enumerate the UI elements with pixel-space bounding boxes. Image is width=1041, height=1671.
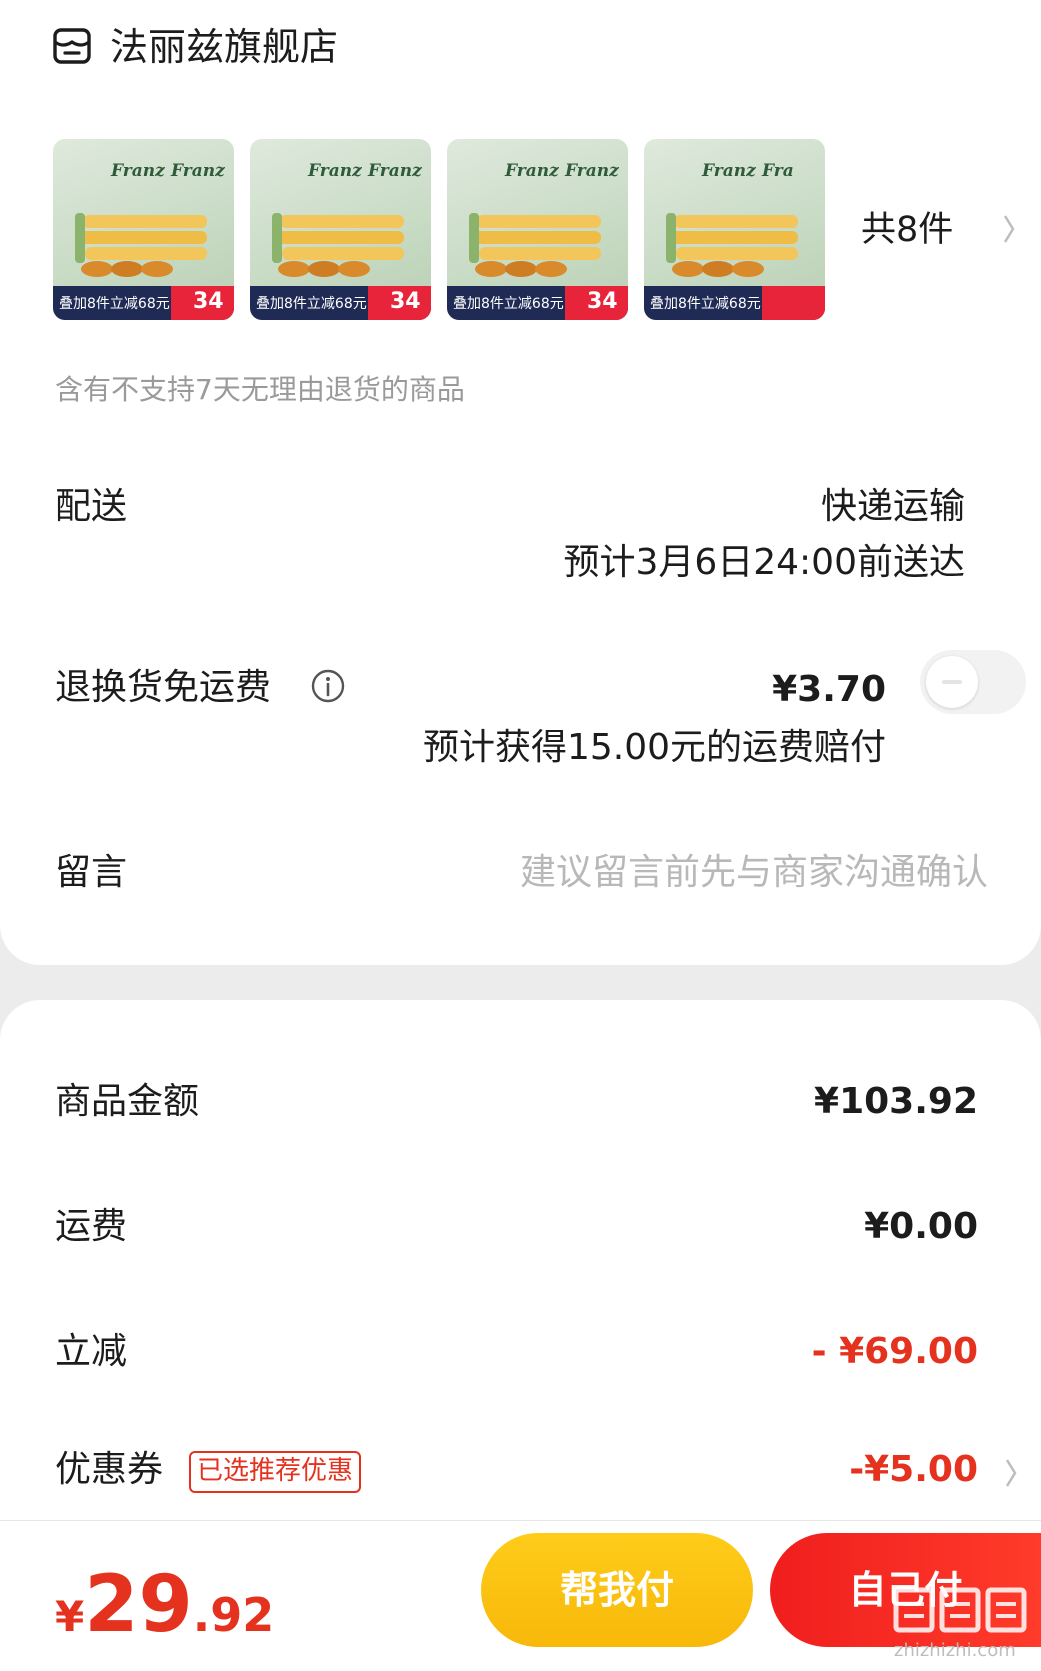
product-thumbnail[interactable]: Franz Fra 叠加8件立减68元	[644, 139, 825, 320]
thumb-brand: Franz	[111, 161, 165, 181]
promo-price: 34	[390, 289, 421, 314]
thumb-brand: Fra	[762, 161, 794, 181]
delivery-eta: 预计3月6日24:00前送达	[563, 542, 965, 583]
chevron-right-icon[interactable]	[1002, 212, 1016, 246]
info-icon[interactable]	[310, 668, 346, 704]
total-price: ¥29.92	[55, 1560, 274, 1650]
item-count[interactable]: 共8件	[861, 207, 953, 253]
thumb-brand: Franz	[368, 161, 422, 181]
return-insurance-note: 预计获得15.00元的运费赔付	[422, 727, 886, 768]
coupon-tag: 已选推荐优惠	[189, 1451, 362, 1493]
store-icon	[53, 28, 91, 64]
watermark-url: zhizhizhi.com	[894, 1640, 1016, 1661]
return-insurance-price: ¥3.70	[772, 669, 886, 710]
message-label: 留言	[55, 852, 128, 893]
thumb-brand: Franz	[171, 161, 225, 181]
shipping-label: 运费	[55, 1206, 128, 1247]
promo-text: 叠加8件立减68元	[59, 296, 170, 312]
help-pay-button[interactable]: 帮我付	[481, 1533, 753, 1647]
product-thumbnail[interactable]: Franz Franz 叠加8件立减68元 34	[250, 139, 431, 320]
return-policy-notice: 含有不支持7天无理由退货的商品	[55, 373, 465, 406]
return-insurance-label: 退换货免运费	[55, 667, 272, 708]
goods-amount-value: ¥103.92	[814, 1081, 978, 1122]
shipping-value: ¥0.00	[864, 1206, 978, 1247]
coupon-label: 优惠券	[55, 1449, 164, 1490]
toggle-knob	[926, 656, 978, 708]
product-thumbnails[interactable]: Franz Franz 叠加8件立减68元 34 Franz Franz 叠加8…	[53, 139, 825, 321]
coupon-value[interactable]: -¥5.00	[849, 1446, 978, 1494]
promo-badge: 叠加8件立减68元 34	[250, 286, 431, 320]
store-name[interactable]: 法丽兹旗舰店	[110, 22, 338, 72]
promo-badge: 叠加8件立减68元	[644, 286, 825, 320]
discount-value: - ¥69.00	[811, 1331, 978, 1372]
promo-text: 叠加8件立减68元	[650, 296, 761, 312]
return-insurance-toggle[interactable]	[920, 650, 1026, 714]
thumb-brand: Franz	[308, 161, 362, 181]
promo-text: 叠加8件立减68元	[453, 296, 564, 312]
product-thumbnail[interactable]: Franz Franz 叠加8件立减68元 34	[447, 139, 628, 320]
cookie-image	[272, 213, 404, 277]
thumb-brand: Franz	[565, 161, 619, 181]
delivery-label: 配送	[55, 486, 128, 527]
total-decimal: .92	[192, 1588, 275, 1642]
watermark-glyphs	[893, 1587, 1027, 1633]
thumb-brand: Franz	[505, 161, 559, 181]
promo-price: 34	[587, 289, 618, 314]
watermark-logo	[890, 1582, 1030, 1638]
delivery-method[interactable]: 快递运输	[821, 483, 965, 531]
goods-amount-label: 商品金额	[55, 1081, 200, 1122]
cookie-image	[75, 213, 207, 277]
currency-symbol: ¥	[55, 1592, 85, 1641]
promo-text: 叠加8件立减68元	[256, 296, 367, 312]
message-input[interactable]: 建议留言前先与商家沟通确认	[520, 849, 988, 897]
discount-label: 立减	[55, 1331, 128, 1372]
thumb-brand: Franz	[702, 161, 756, 181]
cookie-image	[666, 213, 798, 277]
product-thumbnail[interactable]: Franz Franz 叠加8件立减68元 34	[53, 139, 234, 320]
promo-badge: 叠加8件立减68元 34	[53, 286, 234, 320]
cookie-image	[469, 213, 601, 277]
chevron-right-icon[interactable]	[1004, 1456, 1018, 1490]
total-integer: 29	[84, 1560, 193, 1650]
promo-badge: 叠加8件立减68元 34	[447, 286, 628, 320]
promo-price: 34	[193, 289, 224, 314]
